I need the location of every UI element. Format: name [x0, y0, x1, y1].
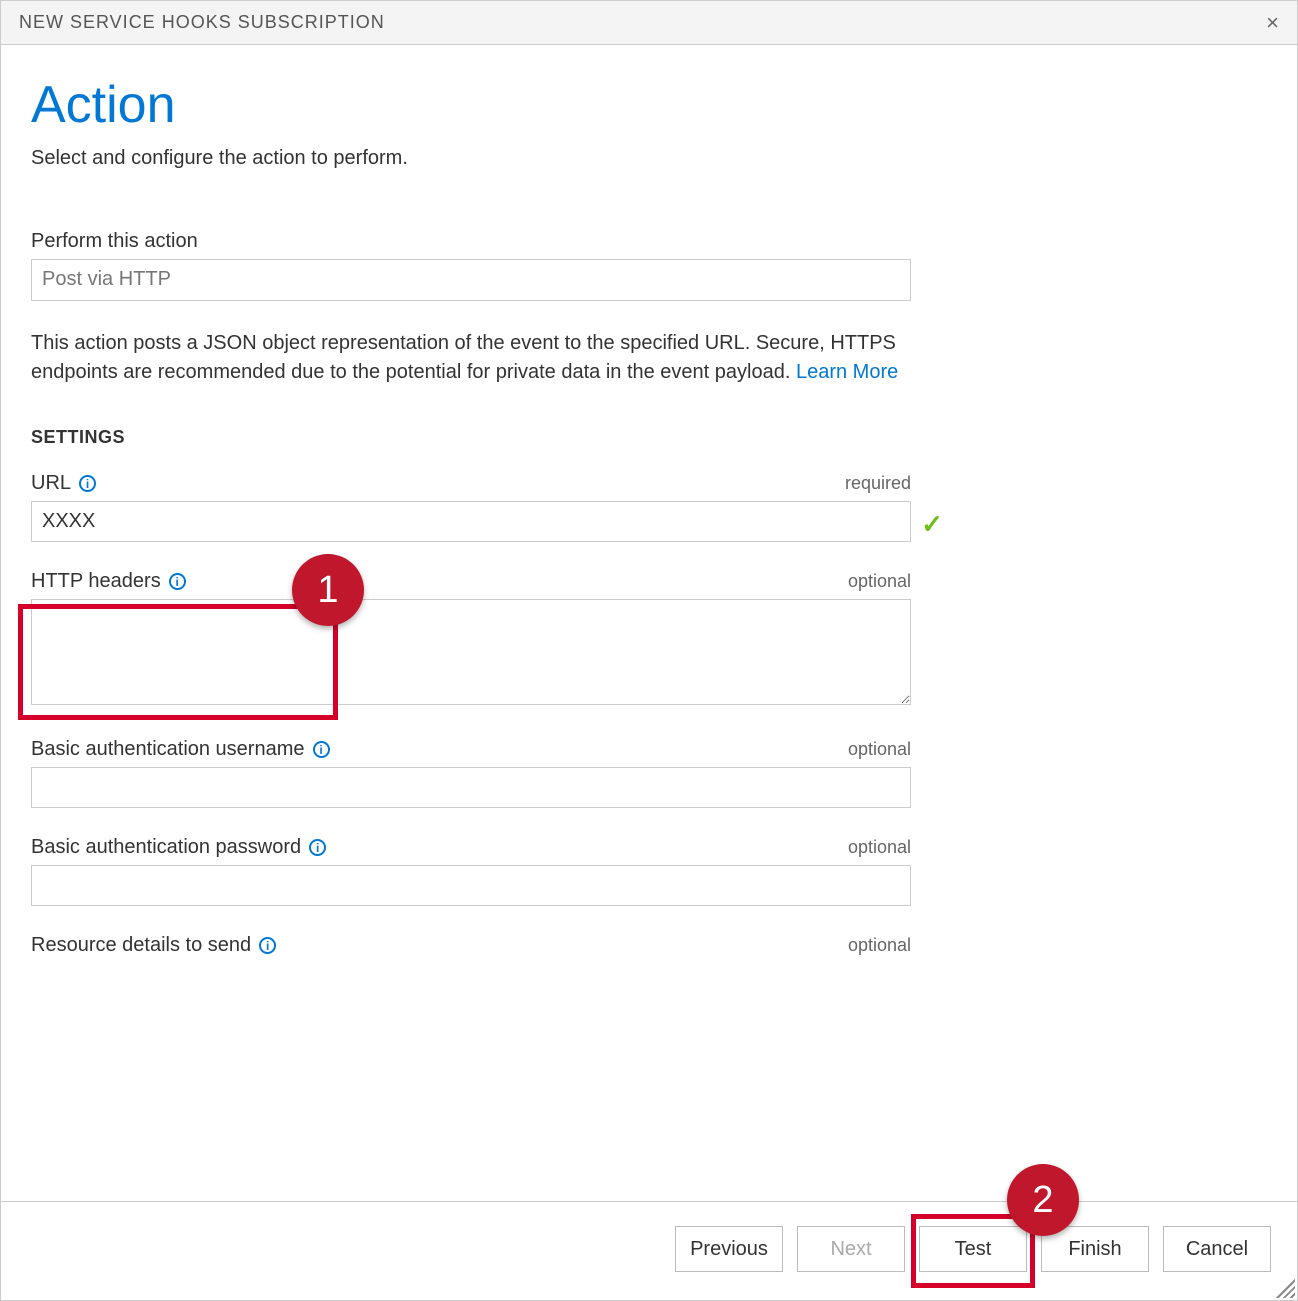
action-label: Perform this action [31, 230, 911, 253]
info-icon[interactable]: i [313, 741, 330, 758]
dialog-header: NEW SERVICE HOOKS SUBSCRIPTION × [1, 1, 1297, 45]
page-subtext: Select and configure the action to perfo… [31, 147, 1267, 170]
test-button[interactable]: Test [919, 1226, 1027, 1272]
basic-pass-input[interactable] [31, 865, 911, 906]
dialog-body: Action Select and configure the action t… [1, 45, 1297, 1201]
dialog-title: NEW SERVICE HOOKS SUBSCRIPTION [19, 12, 385, 33]
info-icon[interactable]: i [309, 839, 326, 856]
settings-heading: SETTINGS [31, 427, 1267, 448]
check-icon: ✓ [921, 509, 943, 540]
info-icon[interactable]: i [259, 937, 276, 954]
url-input[interactable] [31, 501, 911, 542]
resource-details-label: Resource details to send [31, 934, 251, 957]
info-icon[interactable]: i [79, 475, 96, 492]
basic-user-label: Basic authentication username [31, 738, 305, 761]
url-hint: required [845, 473, 911, 494]
cancel-button[interactable]: Cancel [1163, 1226, 1271, 1272]
resource-details-field: Resource details to send i optional [31, 934, 911, 957]
action-select[interactable]: Post via HTTP [31, 259, 911, 301]
page-title: Action [31, 75, 1267, 135]
close-icon[interactable]: × [1266, 10, 1279, 36]
basic-user-input[interactable] [31, 767, 911, 808]
content-scroll[interactable]: Action Select and configure the action t… [1, 45, 1297, 1201]
url-label: URL [31, 472, 71, 495]
http-headers-hint: optional [848, 571, 911, 592]
url-field: URL i required ✓ [31, 472, 911, 542]
basic-user-hint: optional [848, 739, 911, 760]
resize-grip-icon[interactable] [1271, 1274, 1295, 1298]
resource-details-hint: optional [848, 935, 911, 956]
action-field: Perform this action Post via HTTP [31, 230, 911, 301]
basic-pass-label: Basic authentication password [31, 836, 301, 859]
finish-button[interactable]: Finish [1041, 1226, 1149, 1272]
basic-pass-field: Basic authentication password i optional [31, 836, 911, 906]
dialog: NEW SERVICE HOOKS SUBSCRIPTION × Action … [0, 0, 1298, 1301]
dialog-footer: Previous Next Test Finish Cancel [1, 1201, 1297, 1300]
basic-user-field: Basic authentication username i optional [31, 738, 911, 808]
next-button[interactable]: Next [797, 1226, 905, 1272]
action-description: This action posts a JSON object represen… [31, 329, 931, 387]
info-icon[interactable]: i [169, 573, 186, 590]
http-headers-field: HTTP headers i optional [31, 570, 911, 710]
previous-button[interactable]: Previous [675, 1226, 783, 1272]
http-headers-label: HTTP headers [31, 570, 161, 593]
basic-pass-hint: optional [848, 837, 911, 858]
learn-more-link[interactable]: Learn More [796, 361, 898, 383]
http-headers-input[interactable] [31, 599, 911, 705]
